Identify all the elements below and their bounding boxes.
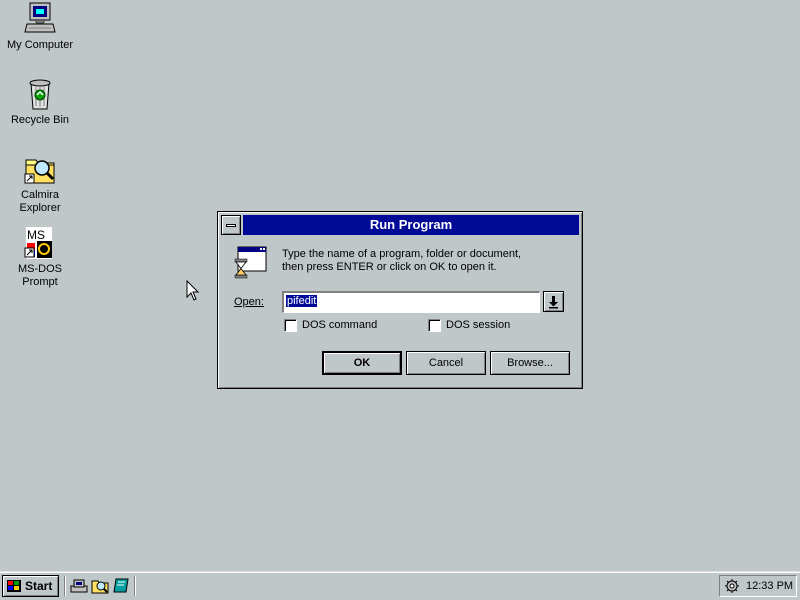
run-program-icon — [234, 245, 268, 279]
cancel-button[interactable]: Cancel — [406, 351, 486, 375]
desktop-icon-label: MS-DOS Prompt — [18, 263, 62, 288]
desktop-icon-label: My Computer — [6, 39, 74, 51]
system-tray: 12:33 PM — [719, 575, 797, 597]
dos-command-checkbox[interactable]: DOS command — [284, 318, 377, 332]
desktop-icon-recycle-bin[interactable]: Recycle Bin — [3, 77, 77, 127]
quick-launch-book-icon[interactable] — [112, 577, 130, 595]
dos-session-label: DOS session — [446, 319, 511, 331]
dos-session-checkbox[interactable]: DOS session — [428, 318, 510, 332]
prompt-text: Type the name of a program, folder or do… — [282, 248, 572, 274]
prompt-line-1: Type the name of a program, folder or do… — [282, 248, 522, 260]
calmira-explorer-icon — [23, 152, 57, 186]
desktop-icon-my-computer[interactable]: My Computer — [3, 2, 77, 52]
quick-launch-explorer-icon[interactable] — [70, 577, 88, 595]
desktop-icon-label: Calmira Explorer — [19, 189, 61, 214]
checkbox-box[interactable] — [284, 318, 297, 332]
clock[interactable]: 12:33 PM — [746, 580, 793, 592]
browse-button[interactable]: Browse... — [490, 351, 570, 375]
ok-button[interactable]: OK — [322, 351, 402, 375]
open-input-value: pifedit — [286, 295, 318, 307]
open-label: Open: — [234, 296, 264, 308]
tray-gear-icon[interactable] — [724, 578, 740, 594]
system-menu-icon — [226, 224, 236, 227]
quick-launch-find-icon[interactable] — [91, 577, 109, 595]
arrow-down-icon — [549, 296, 558, 309]
my-computer-icon — [23, 2, 57, 36]
start-label: Start — [25, 579, 53, 593]
desktop-icon-calmira-explorer[interactable]: Calmira Explorer — [3, 152, 77, 215]
recycle-bin-icon — [23, 77, 57, 111]
open-input[interactable]: pifedit — [282, 291, 540, 313]
title-bar[interactable]: Run Program — [221, 215, 579, 235]
start-button[interactable]: Start — [2, 575, 59, 597]
dialog-title: Run Program — [243, 215, 579, 235]
taskbar-separator — [64, 576, 66, 596]
history-dropdown-button[interactable] — [543, 291, 564, 312]
taskbar-separator — [134, 576, 136, 596]
taskbar: Start 12:33 PM — [0, 571, 800, 600]
run-program-dialog: Run Program Type the name of a program, … — [217, 211, 583, 389]
mouse-cursor-icon — [186, 279, 200, 302]
desktop-icon-label: Recycle Bin — [10, 114, 70, 126]
svg-text:MS: MS — [27, 228, 45, 242]
checkbox-box[interactable] — [428, 318, 441, 332]
system-menu-button[interactable] — [221, 215, 241, 235]
dos-command-label: DOS command — [302, 319, 378, 331]
open-label-text: Open: — [234, 296, 264, 308]
ms-dos-prompt-icon: MS — [23, 226, 57, 260]
desktop-icon-ms-dos-prompt[interactable]: MS MS-DOS Prompt — [3, 226, 77, 289]
start-logo-icon — [7, 580, 21, 592]
prompt-line-2: then press ENTER or click on OK to open … — [282, 261, 497, 273]
